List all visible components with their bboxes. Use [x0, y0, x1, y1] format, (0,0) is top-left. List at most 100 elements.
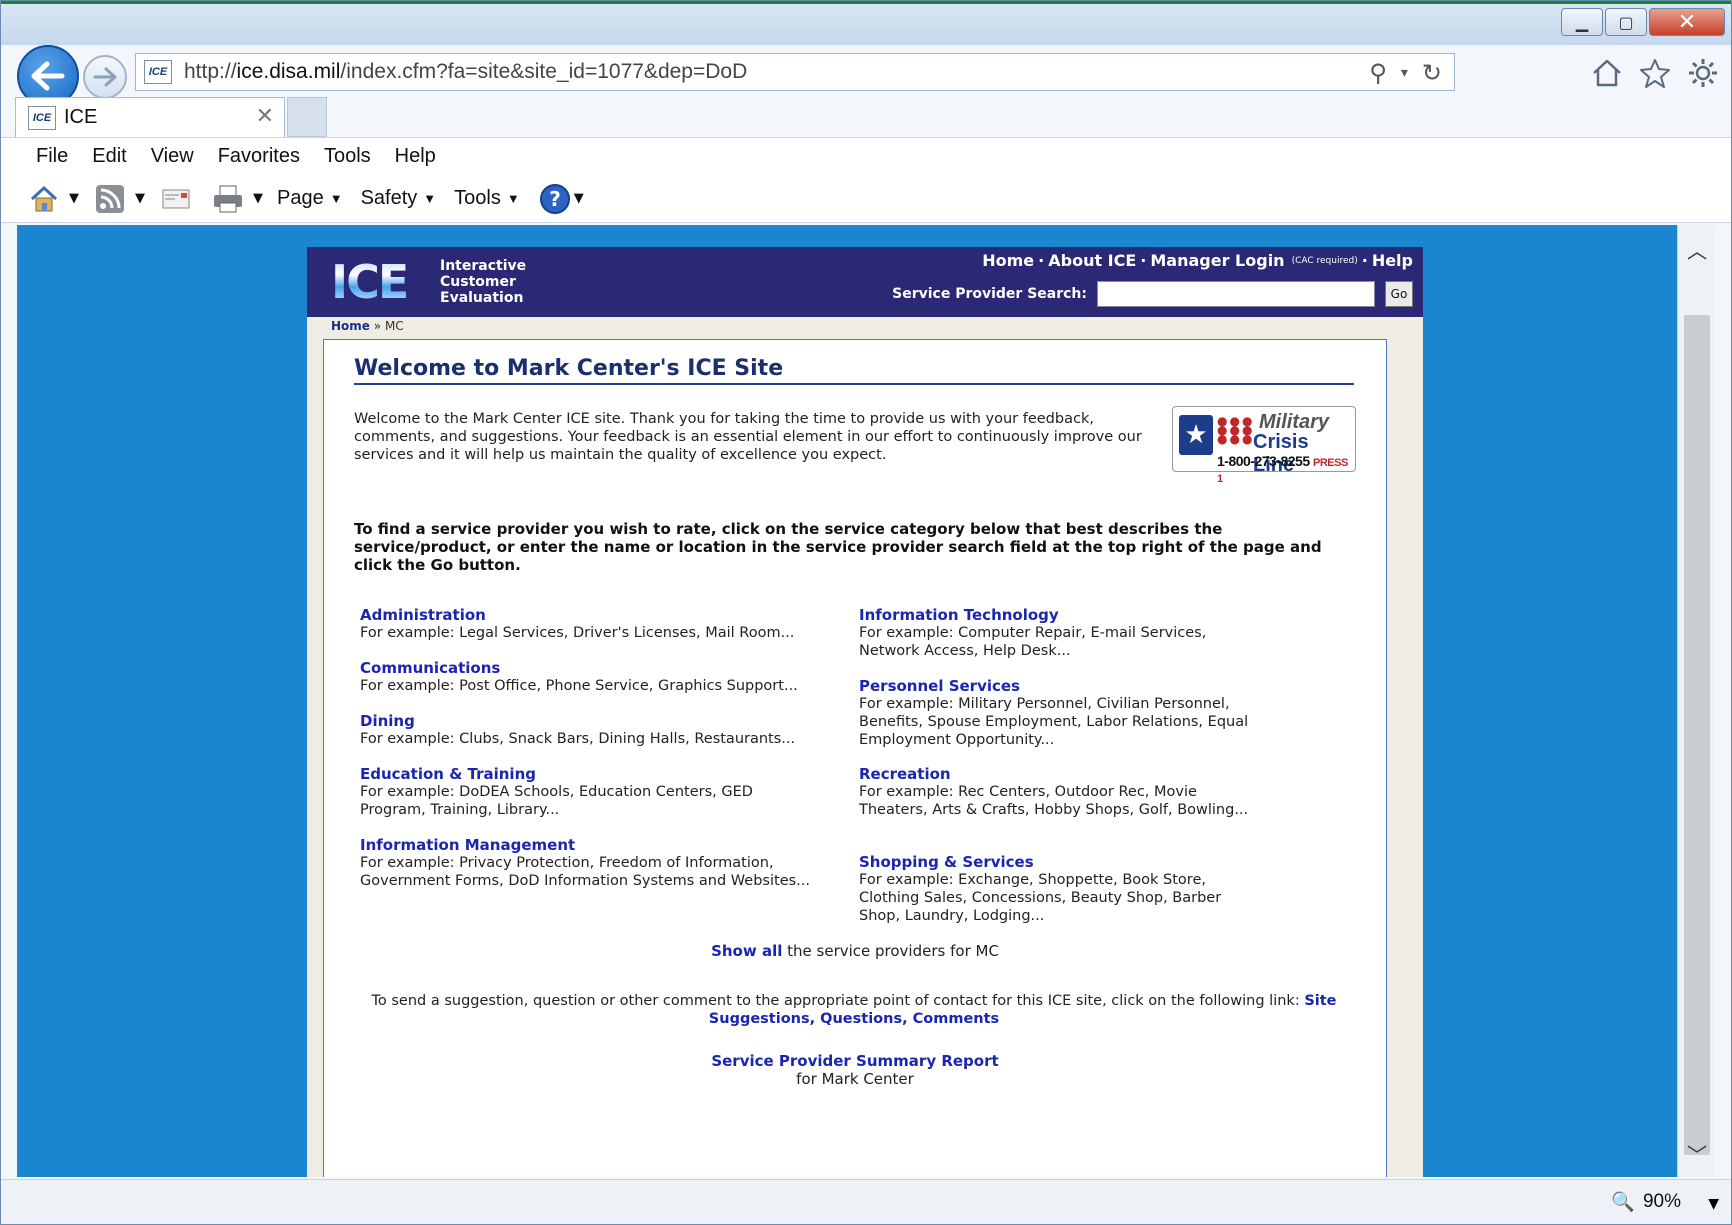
new-tab-button[interactable]: [287, 97, 327, 137]
print-dropdown-icon[interactable]: ▼: [253, 191, 263, 206]
nav-manager-login-link[interactable]: Manager Login: [1150, 251, 1284, 270]
cac-required-note: (CAC required): [1291, 255, 1358, 266]
menu-favorites[interactable]: Favorites: [209, 141, 309, 172]
url-text: http://ice.disa.mil/index.cfm?fa=site&si…: [184, 60, 748, 83]
address-bar[interactable]: ICE http://ice.disa.mil/index.cfm?fa=sit…: [135, 53, 1455, 91]
scroll-thumb[interactable]: [1684, 315, 1710, 1155]
tab-close-icon[interactable]: ✕: [256, 104, 274, 129]
menu-edit[interactable]: Edit: [83, 141, 135, 172]
zoom-dropdown-icon[interactable]: ▼: [1708, 1196, 1719, 1212]
page-menu-button[interactable]: Page ▼: [277, 187, 343, 210]
instructions-text: To find a service provider you wish to r…: [354, 520, 1322, 574]
category-link[interactable]: Personnel Services: [859, 677, 1249, 695]
category-link[interactable]: Administration: [360, 606, 830, 624]
search-dropdown-icon[interactable]: ▾: [1401, 65, 1408, 81]
refresh-icon[interactable]: ↻: [1422, 59, 1442, 87]
main-content: Welcome to Mark Center's ICE Site Welcom…: [323, 339, 1387, 1177]
site-header: ICE Interactive Customer Evaluation Home…: [307, 247, 1423, 317]
minimize-button[interactable]: ▁: [1561, 8, 1603, 36]
maximize-icon: ▢: [1618, 12, 1634, 32]
zoom-control[interactable]: 🔍 90%: [1611, 1190, 1681, 1214]
category-education-training: Education & Training For example: DoDEA …: [360, 765, 790, 819]
nav-help-link[interactable]: Help: [1372, 251, 1413, 270]
site-favicon-icon: ICE: [144, 60, 172, 84]
help-icon: ?: [539, 183, 570, 214]
category-shopping-services: Shopping & Services For example: Exchang…: [859, 853, 1249, 925]
category-personnel-services: Personnel Services For example: Military…: [859, 677, 1249, 749]
go-button[interactable]: Go: [1385, 281, 1413, 307]
cmd-home-button[interactable]: [27, 182, 61, 216]
back-icon: [31, 61, 65, 91]
scroll-up-icon[interactable]: ︿: [1678, 229, 1716, 269]
page-title: Welcome to Mark Center's ICE Site: [354, 356, 1354, 385]
home-icon: [30, 185, 58, 211]
tools-menu-button[interactable]: Tools ▼: [454, 187, 520, 210]
tab-favicon-icon: ICE: [28, 105, 56, 130]
favorites-button[interactable]: [1637, 55, 1673, 91]
site-title-line: Customer: [440, 274, 516, 290]
tab-label: ICE: [64, 106, 98, 128]
help-dropdown-icon[interactable]: ▼: [574, 191, 584, 206]
rss-feed-button[interactable]: [93, 182, 127, 216]
category-link[interactable]: Recreation: [859, 765, 1249, 783]
nav-separator: ·: [1140, 251, 1147, 270]
safety-menu-button[interactable]: Safety ▼: [361, 187, 437, 210]
menu-help[interactable]: Help: [386, 141, 445, 172]
settings-button[interactable]: [1685, 55, 1721, 91]
help-button[interactable]: ?: [538, 182, 572, 216]
close-window-button[interactable]: ✕: [1649, 8, 1725, 36]
suggestion-line: To send a suggestion, question or other …: [364, 992, 1344, 1028]
category-link[interactable]: Information Management: [360, 836, 830, 854]
category-information-management: Information Management For example: Priv…: [360, 836, 830, 890]
category-link[interactable]: Dining: [360, 712, 830, 730]
scroll-down-icon[interactable]: ﹀: [1678, 1133, 1716, 1173]
print-button[interactable]: [211, 182, 245, 216]
provider-search: Service Provider Search: Go: [892, 281, 1413, 307]
print-icon: [214, 185, 242, 212]
search-icon[interactable]: ⚲: [1369, 59, 1387, 87]
category-desc: For example: Rec Centers, Outdoor Rec, M…: [859, 784, 1249, 818]
mail-icon: [162, 189, 190, 208]
breadcrumb-home-link[interactable]: Home: [331, 319, 370, 333]
category-link[interactable]: Shopping & Services: [859, 853, 1249, 871]
tab-ice[interactable]: ICE ICE ✕: [15, 97, 285, 137]
read-mail-button[interactable]: [159, 182, 193, 216]
vertical-scrollbar[interactable]: ︿ ﹀: [1677, 225, 1715, 1177]
ice-logo[interactable]: ICE: [331, 255, 423, 309]
category-desc: For example: Privacy Protection, Freedom…: [360, 855, 810, 889]
provider-search-input[interactable]: [1097, 281, 1375, 307]
breadcrumb-current: MC: [384, 319, 404, 333]
show-all-link[interactable]: Show all: [711, 942, 782, 960]
category-link[interactable]: Education & Training: [360, 765, 790, 783]
rss-dropdown-icon[interactable]: ▼: [135, 191, 145, 206]
nav-about-link[interactable]: About ICE: [1048, 251, 1136, 270]
summary-report-link[interactable]: Service Provider Summary Report: [324, 1052, 1386, 1070]
menu-file[interactable]: File: [27, 141, 77, 172]
category-link[interactable]: Information Technology: [859, 606, 1249, 624]
forward-button[interactable]: [83, 55, 127, 99]
maximize-button[interactable]: ▢: [1605, 8, 1647, 36]
favorites-star-icon: [1640, 59, 1670, 88]
crisis-phone-number: 1-800-273-8255: [1217, 453, 1310, 469]
menu-view[interactable]: View: [142, 141, 203, 172]
menu-tools[interactable]: Tools: [315, 141, 380, 172]
home-button[interactable]: [1589, 55, 1625, 91]
category-desc: For example: Military Personnel, Civilia…: [859, 696, 1249, 748]
nav-home-link[interactable]: Home: [982, 251, 1034, 270]
site-title: Interactive Customer Evaluation: [440, 258, 526, 306]
search-label: Service Provider Search:: [892, 286, 1087, 302]
category-link[interactable]: Communications: [360, 659, 830, 677]
top-navigation: Home · About ICE · Manager Login (CAC re…: [982, 251, 1413, 270]
site-title-line: Interactive: [440, 258, 527, 274]
menu-bar: File Edit View Favorites Tools Help: [1, 137, 1731, 175]
category-dining: Dining For example: Clubs, Snack Bars, D…: [360, 712, 830, 748]
show-all-line: Show all the service providers for MC: [324, 942, 1386, 960]
title-bar: ▁ ▢ ✕: [1, 1, 1731, 45]
zoom-level: 90%: [1642, 1191, 1681, 1212]
minimize-icon: ▁: [1575, 12, 1589, 32]
close-icon: ✕: [1677, 9, 1697, 35]
category-desc: For example: Legal Services, Driver's Li…: [360, 625, 795, 641]
military-crisis-line-banner[interactable]: ★ ●●● ●●● ●●● Military Crisis Line 1-800-2…: [1172, 406, 1356, 485]
home-dropdown-icon[interactable]: ▼: [69, 191, 79, 206]
address-tools: ⚲ ▾ ↻: [1369, 54, 1454, 92]
